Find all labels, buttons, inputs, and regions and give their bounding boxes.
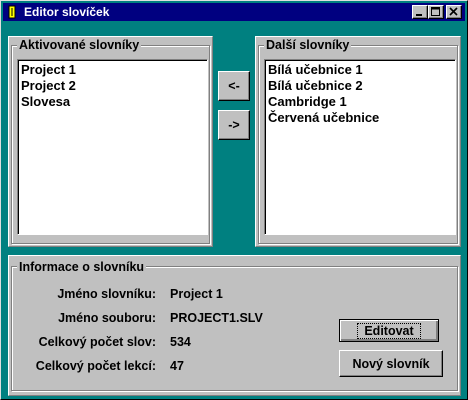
minimize-button[interactable]	[412, 5, 428, 19]
maximize-icon	[431, 7, 440, 16]
maximize-button[interactable]	[428, 5, 444, 19]
new-dictionary-button-label: Nový slovník	[352, 356, 430, 371]
title-bar[interactable]: Editor slovíček	[3, 3, 465, 21]
active-dictionaries-panel: Aktivované slovníky Project 1 Project 2 …	[8, 36, 213, 247]
close-icon	[449, 7, 458, 16]
list-item[interactable]: Červená učebnice	[268, 110, 452, 126]
move-left-button[interactable]: <-	[218, 71, 250, 101]
lesson-count-label: Celkový počet lekcí:	[35, 359, 156, 373]
list-item[interactable]: Cambridge 1	[268, 94, 452, 110]
edit-button[interactable]: Editovat	[339, 319, 439, 342]
other-dictionaries-panel: Další slovníky Bílá učebnice 1 Bílá učeb…	[255, 36, 461, 247]
list-item[interactable]: Slovesa	[21, 94, 204, 110]
minimize-icon	[416, 14, 422, 16]
list-item[interactable]: Project 2	[21, 78, 204, 94]
app-icon[interactable]	[6, 5, 18, 19]
edit-button-label: Editovat	[357, 322, 421, 339]
move-right-label: ->	[228, 118, 240, 132]
dictionary-name-value: Project 1	[170, 287, 223, 301]
word-count-label: Celkový počet slov:	[38, 335, 156, 349]
active-dictionaries-list[interactable]: Project 1 Project 2 Slovesa	[17, 59, 208, 235]
other-dictionaries-title: Další slovníky	[264, 38, 352, 52]
file-name-value: PROJECT1.SLV	[170, 311, 263, 325]
window-title: Editor slovíček	[24, 5, 110, 19]
dictionary-info-panel: Informace o slovníku Jméno slovníku: Pro…	[8, 255, 461, 396]
dictionary-info-title: Informace o slovníku	[17, 260, 147, 274]
dictionary-name-label: Jméno slovníku:	[57, 287, 156, 301]
close-button[interactable]	[446, 5, 462, 19]
new-dictionary-button[interactable]: Nový slovník	[339, 350, 443, 377]
lesson-count-value: 47	[170, 359, 184, 373]
move-left-label: <-	[228, 79, 240, 93]
active-dictionaries-title: Aktivované slovníky	[17, 38, 142, 52]
list-item[interactable]: Project 1	[21, 62, 204, 78]
move-right-button[interactable]: ->	[218, 110, 250, 140]
file-name-label: Jméno souboru:	[58, 311, 156, 325]
list-item[interactable]: Bílá učebnice 1	[268, 62, 452, 78]
other-dictionaries-list[interactable]: Bílá učebnice 1 Bílá učebnice 2 Cambridg…	[264, 59, 456, 235]
main-window: Editor slovíček Aktivované slovníky Proj…	[0, 0, 468, 400]
word-count-value: 534	[170, 335, 191, 349]
list-item[interactable]: Bílá učebnice 2	[268, 78, 452, 94]
